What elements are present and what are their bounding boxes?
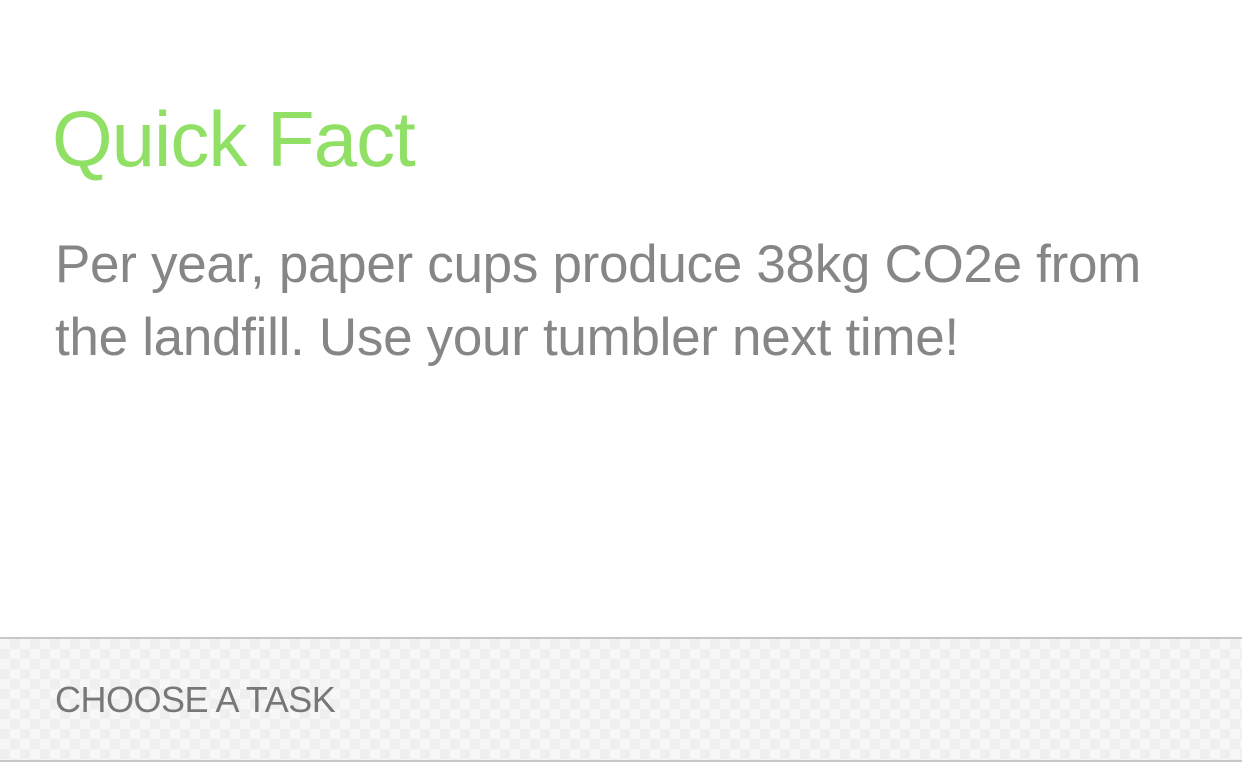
quick-fact-title: Quick Fact (52, 95, 416, 183)
quick-fact-card: Quick Fact Per year, paper cups produce … (0, 0, 1242, 637)
choose-task-button[interactable]: CHOOSE A TASK (0, 637, 1242, 762)
quick-fact-text: Per year, paper cups produce 38kg CO2e f… (55, 235, 1141, 367)
choose-task-label: CHOOSE A TASK (55, 679, 336, 720)
